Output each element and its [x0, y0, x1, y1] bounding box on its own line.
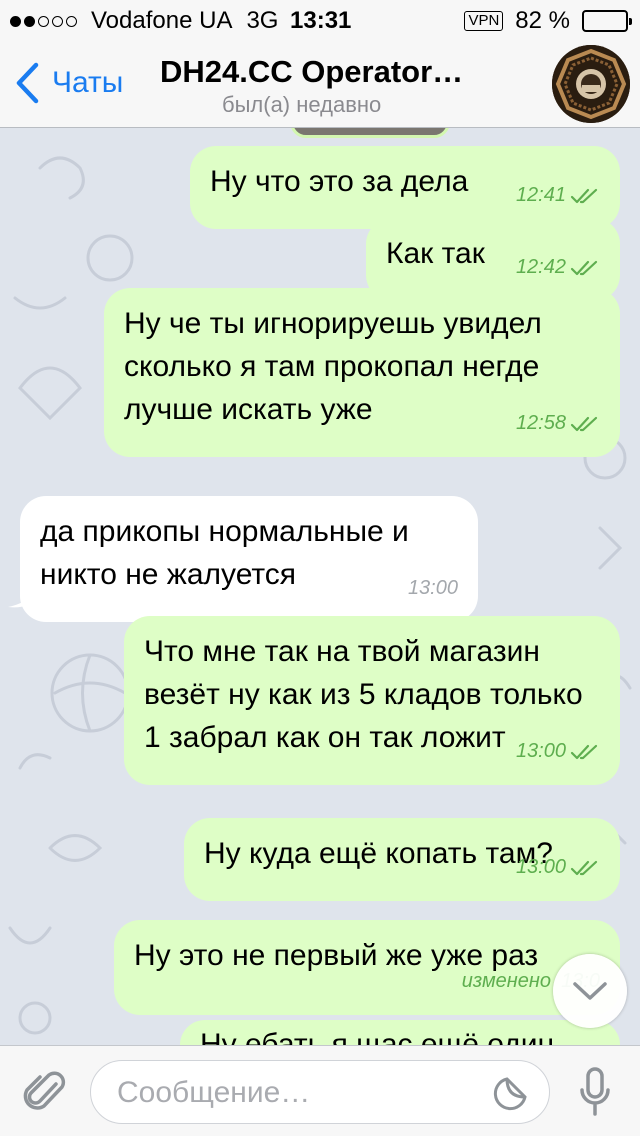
- bubble-tail: [8, 581, 38, 608]
- incoming-message[interactable]: да прикопы нормальные и никто не жалуетс…: [20, 496, 478, 622]
- message-meta: 12:58: [516, 402, 600, 445]
- message-meta: 13:00: [516, 846, 600, 889]
- outgoing-message[interactable]: Ну что это за дела 12:41: [190, 146, 620, 229]
- double-check-icon: [570, 744, 598, 759]
- message-input[interactable]: [117, 1073, 477, 1113]
- message-meta: 13:00: [408, 567, 458, 610]
- double-check-icon: [570, 860, 598, 875]
- message-text: да прикопы нормальные и никто не жалуетс…: [40, 515, 409, 591]
- composer-bar: [0, 1045, 640, 1136]
- chevron-left-icon: [16, 62, 39, 104]
- microphone-icon[interactable]: [578, 1066, 612, 1118]
- status-left: Vodafone UA 3G: [10, 7, 278, 35]
- avatar[interactable]: [552, 45, 630, 123]
- battery-icon: [582, 10, 632, 32]
- message-input-container: [90, 1060, 550, 1124]
- double-check-icon: [570, 416, 598, 431]
- sticker-icon[interactable]: [491, 1075, 529, 1113]
- outgoing-message[interactable]: Ну это не первый же уже разизменено13:0: [114, 920, 620, 1015]
- vpn-badge: VPN: [464, 11, 504, 31]
- message-meta: 12:41: [516, 174, 600, 217]
- message-meta: 13:00: [516, 730, 600, 773]
- message-meta: 12:42: [516, 246, 600, 289]
- signal-strength-icon: [10, 15, 77, 27]
- dharma-logo-icon: [552, 45, 630, 123]
- carrier-name: Vodafone UA: [91, 7, 233, 34]
- network-type: 3G: [246, 7, 279, 34]
- back-label: Чаты: [52, 66, 124, 99]
- photo-preview-edge[interactable]: [290, 128, 450, 138]
- status-right: VPN 82 %: [464, 7, 632, 35]
- message-time: 12:41: [515, 184, 566, 206]
- navigation-bar: Чаты DH24.CC Operator… был(а) недавно: [0, 40, 640, 128]
- paperclip-icon[interactable]: [22, 1066, 68, 1116]
- chevron-down-icon: [573, 982, 607, 1000]
- double-check-icon: [570, 188, 598, 203]
- message-time: 13:00: [407, 577, 458, 599]
- back-button[interactable]: Чаты: [14, 62, 123, 104]
- battery-percent: 82 %: [515, 7, 570, 34]
- last-seen-status: был(а) недавно: [222, 92, 382, 117]
- clock: 13:31: [290, 7, 352, 34]
- outgoing-message[interactable]: Ну куда ещё копать там? 13:00: [184, 818, 620, 901]
- message-time: 12:42: [515, 256, 566, 278]
- message-time: 12:58: [515, 412, 566, 434]
- message-time: 13:00: [515, 856, 566, 878]
- message-list[interactable]: Ну что это за дела 12:41 Как так 12:42 Ну че…: [0, 128, 640, 1045]
- edited-label: изменено: [461, 970, 552, 992]
- double-check-icon: [570, 260, 598, 275]
- chat-title[interactable]: DH24.CC Operator…: [160, 54, 463, 90]
- outgoing-message[interactable]: Ну че ты игнорируешь увидел сколько я та…: [104, 288, 620, 457]
- scroll-to-bottom-button[interactable]: [553, 954, 627, 1028]
- message-time: 13:00: [515, 740, 566, 762]
- status-bar: Vodafone UA 3G 13:31 VPN 82 %: [0, 0, 640, 40]
- partially-visible-message[interactable]: Ну ебать я щас ещё один: [180, 1020, 620, 1045]
- outgoing-message[interactable]: Что мне так на твой магазин везёт ну как…: [124, 616, 620, 785]
